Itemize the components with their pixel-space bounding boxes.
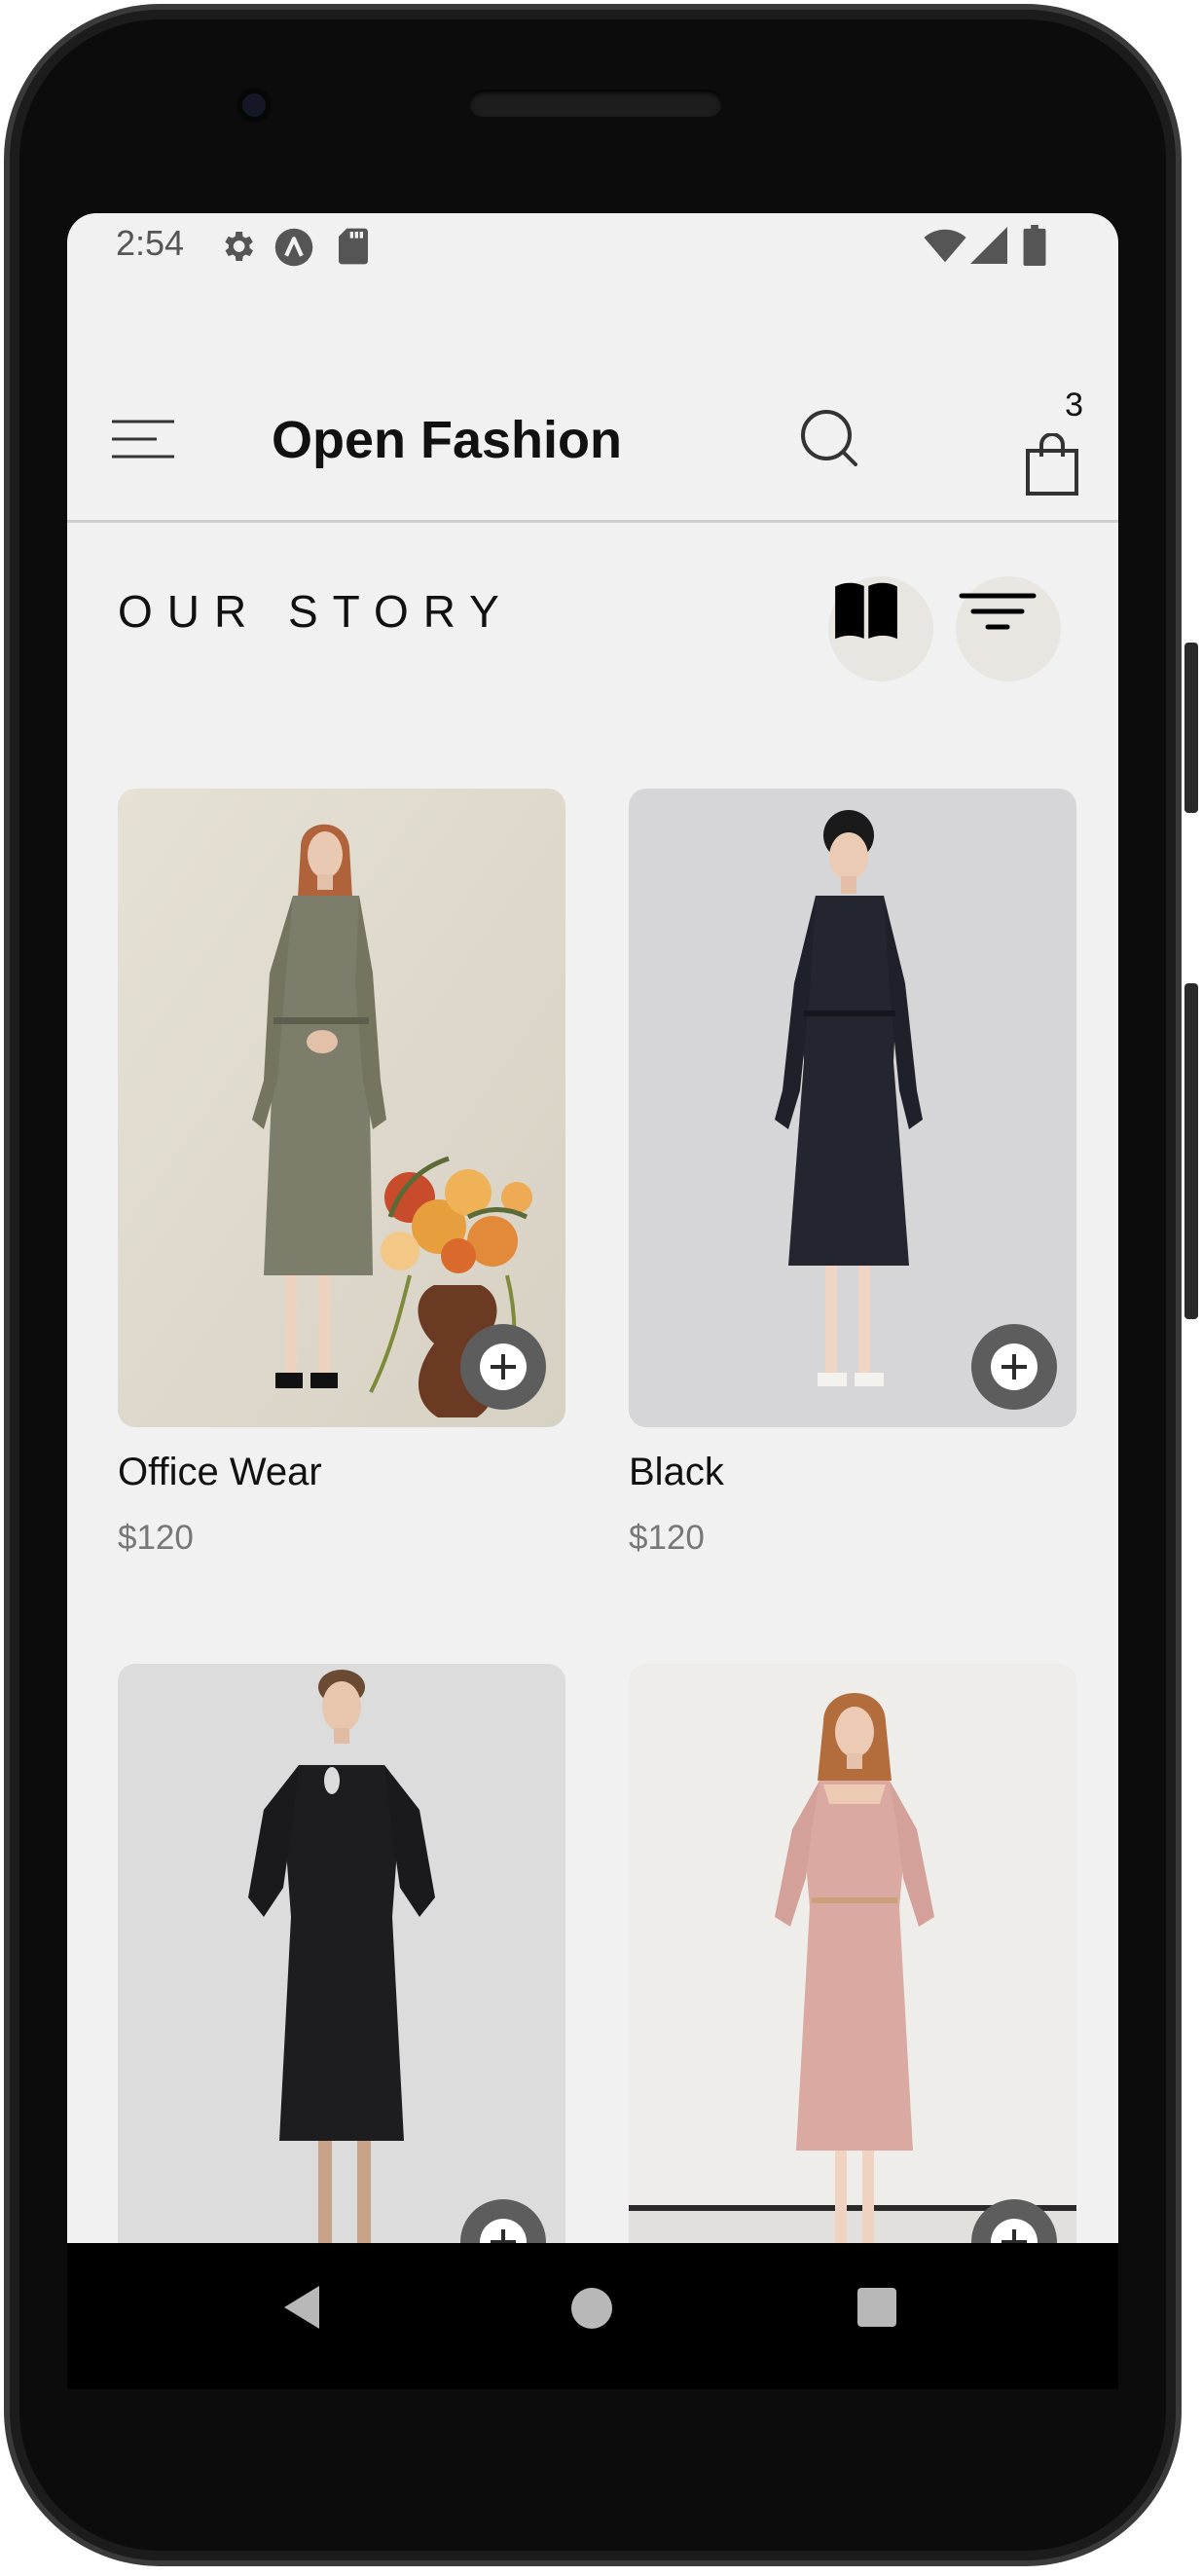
power-button	[1184, 643, 1198, 813]
brand-title: Open Fashion	[272, 411, 623, 469]
a-logo-icon	[274, 228, 313, 267]
product-photo-black-dress	[118, 1664, 565, 2243]
home-icon[interactable]	[571, 2288, 612, 2329]
filter-button[interactable]	[956, 576, 1061, 681]
front-camera	[237, 88, 272, 123]
wifi-icon	[924, 229, 966, 263]
product-photo-pink-dress	[629, 1664, 1076, 2243]
earpiece-speaker	[469, 90, 722, 117]
product-image[interactable]	[629, 789, 1076, 1427]
plus-icon	[991, 2219, 1038, 2243]
app-screen: 2:54 Open Fashion 3 OUR STORY Office Wea…	[67, 213, 1118, 2243]
system-nav-bar	[67, 2243, 1118, 2389]
cell-signal-icon	[970, 227, 1007, 264]
book-icon	[835, 582, 897, 640]
add-to-cart-button[interactable]	[460, 1324, 546, 1410]
phone-frame: 2:54 Open Fashion 3 OUR STORY Office Wea…	[0, 0, 1202, 2576]
filter-icon	[959, 593, 1037, 630]
section-title: OUR STORY	[118, 586, 514, 637]
menu-icon[interactable]	[110, 416, 176, 462]
battery-icon	[1023, 225, 1046, 266]
status-bar: 2:54	[67, 213, 1118, 281]
plus-icon	[480, 1343, 527, 1390]
status-time: 2:54	[116, 223, 185, 263]
product-image[interactable]	[118, 789, 565, 1427]
cart-button[interactable]: 3	[1011, 386, 1089, 496]
recents-icon[interactable]	[857, 2288, 896, 2327]
book-view-button[interactable]	[828, 576, 933, 681]
product-name: Black	[629, 1451, 724, 1493]
sd-card-icon	[339, 228, 368, 265]
gear-icon	[225, 232, 253, 261]
cart-count-badge: 3	[1065, 386, 1083, 423]
plus-icon	[480, 2219, 527, 2243]
plus-icon	[991, 1343, 1038, 1390]
shopping-bag-icon	[1026, 433, 1078, 496]
back-icon[interactable]	[284, 2286, 319, 2329]
search-icon[interactable]	[799, 408, 861, 470]
app-header: Open Fashion 3	[67, 359, 1118, 523]
product-name: Office Wear	[118, 1451, 322, 1493]
add-to-cart-button[interactable]	[971, 1324, 1057, 1410]
product-price: $120	[629, 1519, 705, 1557]
volume-button	[1184, 983, 1198, 1319]
product-image[interactable]	[118, 1664, 565, 2243]
product-price: $120	[118, 1519, 194, 1557]
product-image[interactable]	[629, 1664, 1076, 2243]
